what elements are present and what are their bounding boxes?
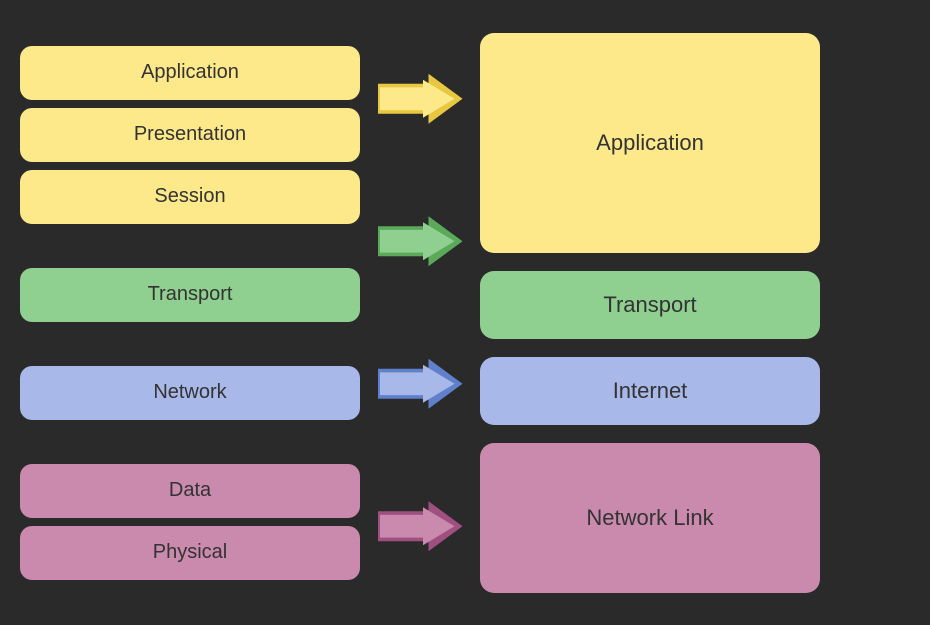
middle-column bbox=[360, 18, 480, 608]
pink-group-left: Data Physical bbox=[20, 464, 360, 580]
physical-layer-label: Physical bbox=[153, 541, 227, 564]
session-layer-label: Session bbox=[154, 185, 225, 208]
yellow-arrow bbox=[378, 74, 463, 124]
green-arrow bbox=[378, 216, 463, 266]
yellow-group-left: Application Presentation Session bbox=[20, 46, 360, 224]
osi-diagram: Application Presentation Session Transpo… bbox=[20, 18, 910, 608]
network-layer-box: Network bbox=[20, 366, 360, 420]
application-tcpip-label: Application bbox=[596, 130, 704, 156]
application-layer-label: Application bbox=[141, 61, 239, 84]
application-layer-box: Application bbox=[20, 46, 360, 100]
blue-group-left: Network bbox=[20, 366, 360, 420]
right-column: Application Transport Internet Network L… bbox=[480, 18, 820, 608]
transport-tcpip-box: Transport bbox=[480, 271, 820, 339]
transport-tcpip-label: Transport bbox=[603, 292, 696, 318]
session-layer-box: Session bbox=[20, 170, 360, 224]
blue-arrow bbox=[378, 359, 463, 409]
presentation-layer-label: Presentation bbox=[134, 123, 246, 146]
internet-tcpip-box: Internet bbox=[480, 357, 820, 425]
network-layer-label: Network bbox=[153, 381, 226, 404]
yellow-arrow-container bbox=[360, 74, 480, 124]
presentation-layer-box: Presentation bbox=[20, 108, 360, 162]
physical-layer-box: Physical bbox=[20, 526, 360, 580]
transport-layer-label: Transport bbox=[148, 283, 233, 306]
application-tcpip-box: Application bbox=[480, 33, 820, 253]
green-group-left: Transport bbox=[20, 268, 360, 322]
transport-layer-box: Transport bbox=[20, 268, 360, 322]
data-layer-label: Data bbox=[169, 479, 211, 502]
green-arrow-container bbox=[360, 216, 480, 266]
left-column: Application Presentation Session Transpo… bbox=[20, 18, 360, 608]
networklink-tcpip-label: Network Link bbox=[586, 505, 713, 531]
internet-tcpip-label: Internet bbox=[613, 378, 688, 404]
pink-arrow-container bbox=[360, 501, 480, 551]
pink-arrow bbox=[378, 501, 463, 551]
blue-arrow-container bbox=[360, 359, 480, 409]
data-layer-box: Data bbox=[20, 464, 360, 518]
networklink-tcpip-box: Network Link bbox=[480, 443, 820, 593]
